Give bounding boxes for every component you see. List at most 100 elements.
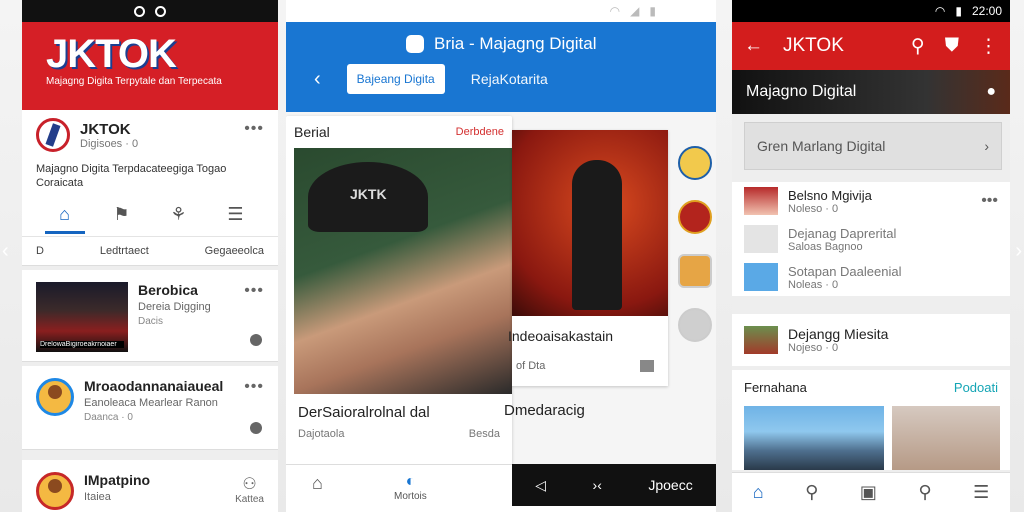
shield-icon[interactable]: ⛊: [945, 35, 959, 57]
list-thumb: [744, 187, 778, 215]
post-meta: Dacis: [138, 316, 164, 327]
search-icon[interactable]: ⚲: [911, 35, 925, 58]
item-name: Dejangg Miesita: [788, 326, 889, 342]
more-icon[interactable]: •••: [244, 282, 264, 300]
search-bar[interactable]: Gren Marlang Digital ›: [744, 122, 1002, 170]
menu-icon[interactable]: ☰: [216, 204, 256, 234]
city-photo[interactable]: [744, 406, 884, 470]
info-icon[interactable]: [250, 334, 262, 346]
post-title: IMpatpino: [84, 472, 151, 488]
info-icon[interactable]: ●: [986, 83, 996, 101]
team-photo[interactable]: DrelowaBigiroeakrnoiaer: [36, 282, 128, 352]
crest-icon[interactable]: [678, 200, 712, 234]
center-screen: ◠ ◢ ▮ Bria - Majagng Digital ‹ Bajeang D…: [286, 0, 716, 512]
list-item[interactable]: Dejangg Miesita Nojeso · 0: [732, 314, 1010, 366]
card-caption: DerSaioralrolnal dal: [298, 404, 430, 421]
avatar[interactable]: [36, 472, 74, 510]
status-time: 22:00: [971, 4, 1002, 18]
channel-list: Belsno Mgivija Noleso · 0 ••• Dejanag Da…: [732, 182, 1010, 296]
add-icon[interactable]: [678, 308, 712, 342]
speaker-figure: [572, 160, 622, 310]
nav-center[interactable]: ◐ Mortois: [394, 473, 427, 502]
search-text: Gren Marlang Digital: [757, 138, 886, 154]
info-icon[interactable]: [250, 422, 262, 434]
more-icon[interactable]: •••: [244, 120, 264, 138]
toolbar-title: JKTOK: [783, 35, 844, 56]
back-arrow-icon[interactable]: ←: [744, 35, 763, 57]
side-meta: of Dta: [516, 360, 546, 372]
compass-icon: ◐: [405, 473, 416, 490]
follow-button[interactable]: ⚇ Kattea: [235, 474, 264, 505]
emblem-icon[interactable]: [678, 146, 712, 180]
list-item[interactable]: Belsno Mgivija Noleso · 0 •••: [732, 182, 1010, 220]
signal-icon: ◢: [630, 4, 640, 18]
filter-right[interactable]: Gegaeeolca: [205, 245, 264, 257]
brand-header: JKTOK Majagng Digita Terpytale dan Terpe…: [22, 22, 278, 110]
image-icon[interactable]: [640, 360, 654, 372]
more-icon[interactable]: •••: [981, 192, 998, 210]
status-bar: ◠ ◢ ▮: [286, 0, 716, 22]
profile-description: Majagno Digita Terpdacateegiga Togao Cor…: [36, 163, 227, 189]
cap-logo-text: JKTK: [350, 186, 387, 202]
people-icon[interactable]: ⚘: [159, 204, 199, 234]
left-screen: JKTOK Majagng Digita Terpytale dan Terpe…: [22, 0, 278, 512]
back-nav-icon[interactable]: ◁: [535, 477, 546, 494]
app-header: Bria - Majagng Digital ‹ Bajeang Digita …: [286, 22, 716, 112]
battery-icon: ▮: [649, 4, 656, 18]
back-arrow-icon[interactable]: ‹: [314, 68, 321, 91]
avatar[interactable]: [36, 118, 70, 152]
list-item[interactable]: Sotapan Daaleenial Noleas · 0: [732, 258, 1010, 296]
home-icon[interactable]: ⌂: [312, 473, 323, 494]
portrait-photo[interactable]: [892, 406, 1000, 470]
nav-center-label: Mortois: [394, 491, 427, 502]
next-arrow-icon[interactable]: ›: [1015, 240, 1022, 263]
prev-arrow-icon[interactable]: ‹: [2, 240, 9, 263]
tab-secondary[interactable]: RejaKotarita: [471, 71, 548, 87]
app-screens: JKTOK Majagng Digita Terpytale dan Terpe…: [0, 0, 1024, 512]
wifi-icon: ◠: [934, 4, 946, 18]
list-item[interactable]: Dejanag Daprerital Saloas Bagnoo: [732, 220, 1010, 258]
post-card[interactable]: Mroaodannanaiaueal Eanoleaca Mearlear Ra…: [22, 366, 278, 450]
bookmark-icon[interactable]: ⚑: [102, 204, 142, 234]
photo-caption: DrelowaBigiroeakrnoiaer: [40, 341, 124, 348]
item-name: Sotapan Daaleenial: [788, 263, 902, 279]
filter-left[interactable]: D: [36, 245, 44, 257]
side-title: Indeoaisakastain: [508, 328, 614, 344]
search-icon[interactable]: ⚲: [918, 482, 931, 503]
post-sub: Eanoleaca Mearlear Ranon: [84, 397, 218, 409]
more-icon[interactable]: •••: [244, 378, 264, 396]
home-icon[interactable]: ⌂: [753, 482, 764, 503]
menu-icon[interactable]: ☰: [973, 482, 989, 503]
post-card[interactable]: IMpatpino Itaiea ⚇ Kattea: [22, 460, 278, 512]
post-sub: Itaiea: [84, 491, 111, 503]
sensor-icon: [155, 5, 166, 17]
post-card[interactable]: DrelowaBigiroeakrnoiaer Berobica Dereia …: [22, 270, 278, 362]
app-toolbar: ← JKTOK ⚲ ⛊ ⋮: [732, 22, 1010, 70]
tile-icon[interactable]: [678, 254, 712, 288]
below-title: Dmedaracig: [504, 402, 585, 419]
tab-active[interactable]: Bajeang Digita: [346, 64, 445, 94]
library-icon[interactable]: ▣: [860, 482, 877, 503]
speaker-photo[interactable]: [512, 130, 668, 316]
search-icon[interactable]: ⚲: [805, 482, 818, 503]
profile-sub: Digisoes · 0: [80, 137, 139, 150]
filter-mid[interactable]: Ledtrtaect: [100, 245, 149, 257]
feature-photo[interactable]: JKTK: [294, 148, 512, 394]
status-bar: [22, 0, 278, 22]
card-meta: Dajotaola Besda: [298, 428, 500, 440]
feed-card[interactable]: Berial Derbdene JKTK DerSaioralrolnal da…: [286, 116, 512, 482]
system-nav-right[interactable]: Jpoecс: [648, 477, 692, 493]
home-icon[interactable]: ⌂: [44, 204, 85, 234]
list-thumb: [744, 326, 778, 354]
item-name: Dejanag Daprerital: [788, 225, 897, 241]
side-card[interactable]: Indeoaisakastain of Dta: [508, 130, 668, 386]
channel-strip[interactable]: Majagno Digital ●: [732, 70, 1010, 114]
wifi-icon: ◠: [609, 4, 621, 18]
overflow-menu-icon[interactable]: ⋮: [979, 35, 998, 58]
featured-link[interactable]: Podoati: [954, 380, 998, 395]
card-header-link[interactable]: Derbdene: [456, 126, 504, 138]
avatar[interactable]: [36, 378, 74, 416]
follow-label: Kattea: [235, 494, 264, 505]
list-thumb: [744, 225, 778, 253]
system-nav-mid[interactable]: ›‹: [593, 477, 602, 493]
